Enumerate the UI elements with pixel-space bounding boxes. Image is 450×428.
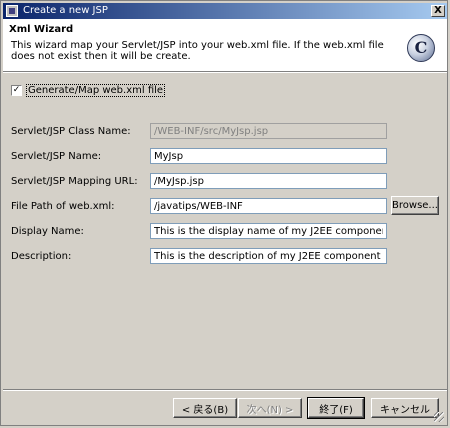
app-icon — [6, 5, 18, 17]
finish-button[interactable]: 終了(F) — [307, 397, 365, 419]
file-path-field[interactable] — [150, 198, 387, 214]
display-name-field[interactable] — [150, 223, 387, 239]
wizard-logo-icon: C — [407, 34, 435, 62]
mapping-url-field[interactable] — [150, 173, 387, 189]
back-button[interactable]: < 戻る(B) — [173, 398, 237, 418]
footer-divider — [3, 389, 447, 391]
display-name-label: Display Name: — [11, 226, 84, 237]
description-field[interactable] — [150, 248, 387, 264]
title-bar[interactable]: Create a new JSP X — [3, 3, 447, 19]
wizard-header: Xml Wizard This wizard map your Servlet/… — [3, 19, 447, 72]
wizard-title: Xml Wizard — [9, 24, 74, 35]
cancel-button[interactable]: キャンセル — [371, 398, 439, 418]
generate-checkbox-label[interactable]: Generate/Map web.xml file — [26, 84, 166, 97]
class-name-field — [150, 123, 387, 139]
servlet-name-field[interactable] — [150, 148, 387, 164]
resize-grip-icon[interactable] — [434, 412, 444, 422]
generate-checkbox[interactable]: ✓ — [11, 85, 22, 96]
header-divider — [3, 72, 447, 73]
wizard-window: Create a new JSP X Xml Wizard This wizar… — [0, 0, 448, 426]
mapping-url-label: Servlet/JSP Mapping URL: — [11, 176, 138, 187]
window-title: Create a new JSP — [23, 5, 108, 16]
class-name-label: Servlet/JSP Class Name: — [11, 126, 131, 137]
file-path-label: File Path of web.xml: — [11, 201, 115, 212]
wizard-description: This wizard map your Servlet/JSP into yo… — [11, 40, 384, 62]
close-button[interactable]: X — [431, 5, 445, 17]
next-button: 次へ(N) > — [238, 398, 302, 418]
browse-button[interactable]: Browse... — [391, 196, 439, 215]
description-label: Description: — [11, 251, 72, 262]
servlet-name-label: Servlet/JSP Name: — [11, 151, 102, 162]
